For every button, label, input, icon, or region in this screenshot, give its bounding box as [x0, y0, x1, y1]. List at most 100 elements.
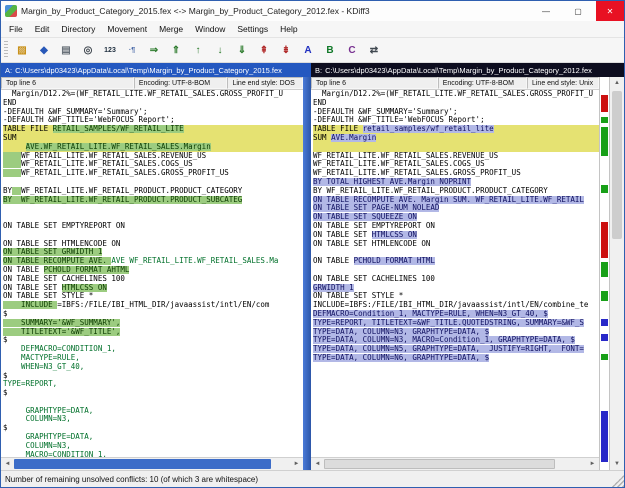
code-line[interactable]: SUM AVE.Margin: [313, 134, 599, 143]
code-line[interactable]: ON TABLE SET HTMLCSS ON: [3, 284, 303, 293]
code-line[interactable]: INCLUDE =IBFS:/FILE/IBI_HTML_DIR/javaass…: [3, 301, 303, 310]
code-line[interactable]: Margin/D12.2%=(WF_RETAIL_LITE.WF_RETAIL_…: [313, 90, 599, 99]
menu-movement[interactable]: Movement: [101, 22, 153, 36]
vertical-scrollbar[interactable]: ▲ ▼: [610, 77, 624, 470]
code-line[interactable]: WF_RETAIL_LITE.WF_RETAIL_SALES.COGS_US: [3, 160, 303, 169]
code-line[interactable]: TYPE=REPORT,: [3, 380, 303, 389]
pane-b-hscroll-thumb[interactable]: [324, 459, 555, 469]
code-line[interactable]: ON TABLE SET EMPTYREPORT ON: [3, 222, 303, 231]
pane-a-text[interactable]: Margin/D12.2%=(WF_RETAIL_LITE.WF_RETAIL_…: [1, 90, 303, 457]
close-button[interactable]: ✕: [596, 1, 624, 21]
menu-file[interactable]: File: [3, 22, 29, 36]
go-last-delta-icon[interactable]: ⇓: [232, 40, 252, 60]
code-line[interactable]: [3, 231, 303, 240]
overview-diff-mark[interactable]: [601, 117, 608, 123]
code-line[interactable]: WF_RETAIL_LITE.WF_RETAIL_SALES.REVENUE_U…: [313, 152, 599, 161]
vscroll-track[interactable]: [610, 89, 624, 458]
code-line[interactable]: [313, 389, 599, 398]
code-line[interactable]: [313, 424, 599, 433]
open-file-icon[interactable]: ▨: [12, 40, 32, 60]
scroll-up-icon[interactable]: ▲: [610, 77, 624, 89]
code-line[interactable]: GRAPHTYPE=DATA,: [3, 433, 303, 442]
code-line[interactable]: [313, 363, 599, 372]
code-line[interactable]: ON TABLE SET PAGE-NUM NOLEAD: [313, 204, 599, 213]
overview-diff-mark[interactable]: [601, 319, 608, 326]
code-line[interactable]: -DEFAULTH &WF_TITLE='WebFOCUS Report';: [3, 116, 303, 125]
overview-column[interactable]: [599, 77, 610, 470]
code-line[interactable]: $: [3, 310, 303, 319]
code-line[interactable]: [313, 380, 599, 389]
code-line[interactable]: -DEFAULTH &WF_SUMMARY='Summary';: [3, 108, 303, 117]
code-line[interactable]: GRWIDTH 1: [313, 284, 599, 293]
pane-splitter[interactable]: [303, 77, 311, 470]
code-line[interactable]: GRAPHTYPE=DATA,: [3, 407, 303, 416]
code-line[interactable]: WHEN=N3_GT_40,: [3, 363, 303, 372]
code-line[interactable]: END: [313, 99, 599, 108]
menu-merge[interactable]: Merge: [153, 22, 189, 36]
code-line[interactable]: [313, 266, 599, 275]
pane-a-hscroll-track[interactable]: [14, 458, 290, 470]
menu-window[interactable]: Window: [189, 22, 231, 36]
select-line-b-icon[interactable]: B: [320, 40, 340, 60]
pane-a-hscrollbar[interactable]: ◄ ►: [1, 457, 303, 470]
menu-edit[interactable]: Edit: [29, 22, 56, 36]
pane-b-hscrollbar[interactable]: ◄ ►: [311, 457, 599, 470]
code-line[interactable]: ON TABLE PCHOLD FORMAT HTML: [313, 257, 599, 266]
code-line[interactable]: ON TABLE SET HTMLENCODE ON: [3, 240, 303, 249]
code-line[interactable]: ON TABLE SET STYLE *: [313, 292, 599, 301]
code-line[interactable]: DEFMACRO=CONDITION_1,: [3, 345, 303, 354]
code-line[interactable]: [313, 442, 599, 451]
code-line[interactable]: TYPE=DATA, COLUMN=N3, GRAPHTYPE=DATA, $: [313, 328, 599, 337]
scroll-right-icon[interactable]: ►: [290, 458, 303, 470]
go-next-conflict-icon[interactable]: ⇟: [276, 40, 296, 60]
split-diff-icon[interactable]: ⇄: [364, 40, 384, 60]
maximize-button[interactable]: ▢: [564, 1, 592, 21]
code-line[interactable]: [313, 398, 599, 407]
code-line[interactable]: ON TABLE SET HTMLENCODE ON: [313, 240, 599, 249]
pane-b-hscroll-track[interactable]: [324, 458, 586, 470]
menu-help[interactable]: Help: [274, 22, 303, 36]
code-line[interactable]: BY TOTAL HIGHEST AVE.Margin NOPRINT: [313, 178, 599, 187]
code-line[interactable]: ON TABLE RECOMPUTE AVE. Margin SUM. WF_R…: [313, 196, 599, 205]
show-line-numbers-icon[interactable]: 123: [100, 40, 120, 60]
code-line[interactable]: Margin/D12.2%=(WF_RETAIL_LITE.WF_RETAIL_…: [3, 90, 303, 99]
code-line[interactable]: DEFMACRO=Condition_1, MACTYPE=RULE, WHEN…: [313, 310, 599, 319]
code-line[interactable]: [3, 204, 303, 213]
code-line[interactable]: WF_RETAIL_LITE.WF_RETAIL_SALES.COGS_US: [313, 160, 599, 169]
code-line[interactable]: -DEFAULTH &WF_SUMMARY='Summary';: [313, 108, 599, 117]
code-line[interactable]: [313, 372, 599, 381]
code-line[interactable]: SUMMARY='&WF_SUMMARY',: [3, 319, 303, 328]
code-line[interactable]: SUM: [3, 134, 303, 143]
overview-diff-mark[interactable]: [601, 222, 608, 257]
go-prev-delta-icon[interactable]: ↑: [188, 40, 208, 60]
code-line[interactable]: ON TABLE SET GRWIDTH 1: [3, 248, 303, 257]
code-line[interactable]: [313, 433, 599, 442]
code-line[interactable]: WF_RETAIL_LITE.WF_RETAIL_SALES.GROSS_PRO…: [313, 169, 599, 178]
code-line[interactable]: ON TABLE RECOMPUTE AVE. AVE WF_RETAIL_LI…: [3, 257, 303, 266]
code-line[interactable]: [313, 248, 599, 257]
code-line[interactable]: INCLUDE=IBFS:/FILE/IBI_HTML_DIR/javaassi…: [313, 301, 599, 310]
show-whitespace-icon[interactable]: ·¶: [122, 40, 142, 60]
minimize-button[interactable]: —: [532, 1, 560, 21]
pane-a-hscroll-thumb[interactable]: [14, 459, 271, 469]
code-line[interactable]: $: [3, 389, 303, 398]
overview-diff-mark[interactable]: [601, 411, 608, 462]
overview-diff-mark[interactable]: [601, 354, 608, 360]
pane-b-titlebar[interactable]: B: C:\Users\dp03423\AppData\Local\Temp\M…: [311, 63, 624, 77]
code-line[interactable]: WF_RETAIL_LITE.WF_RETAIL_SALES.GROSS_PRO…: [3, 169, 303, 178]
code-line[interactable]: WF_RETAIL_LITE.WF_RETAIL_SALES.REVENUE_U…: [3, 152, 303, 161]
code-line[interactable]: MACTYPE=RULE,: [3, 354, 303, 363]
menu-settings[interactable]: Settings: [231, 22, 274, 36]
code-line[interactable]: $: [3, 424, 303, 433]
code-line[interactable]: [313, 143, 599, 152]
save-icon[interactable]: ◆: [34, 40, 54, 60]
code-line[interactable]: ON TABLE SET HTMLCSS ON: [313, 231, 599, 240]
code-line[interactable]: ON TABLE SET SQUEEZE ON: [313, 213, 599, 222]
toolbar-handle[interactable]: [4, 41, 8, 59]
menu-directory[interactable]: Directory: [55, 22, 101, 36]
overview-diff-mark[interactable]: [601, 291, 608, 301]
code-line[interactable]: COLUMN=N3,: [3, 442, 303, 451]
code-line[interactable]: [3, 178, 303, 187]
code-line[interactable]: TYPE=DATA, COLUMN=N3, MACRO=Condition_1,…: [313, 336, 599, 345]
code-line[interactable]: TYPE=REPORT, TITLETEXT=&WF_TITLE.QUOTEDS…: [313, 319, 599, 328]
